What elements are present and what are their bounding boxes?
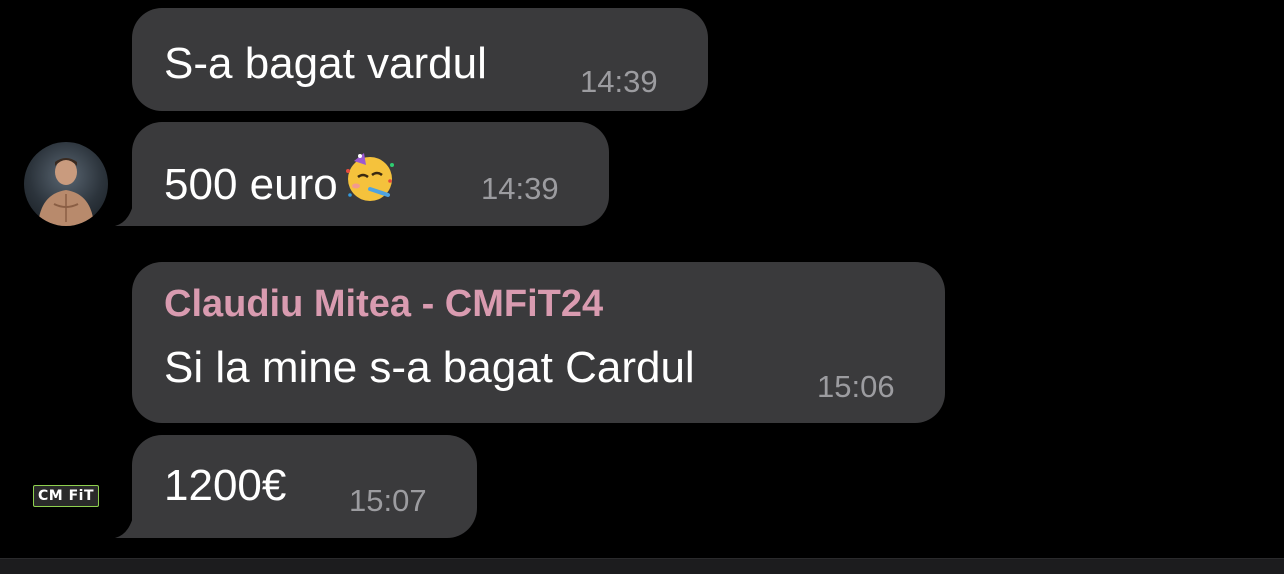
cmfit-logo: CM FiT bbox=[33, 485, 99, 507]
sender-avatar[interactable] bbox=[24, 142, 108, 226]
chat-view: S-a bagat vardul 14:39 500 euro 14:39 Cl… bbox=[0, 0, 1284, 574]
message-bubble[interactable]: S-a bagat vardul 14:39 bbox=[132, 8, 708, 111]
message-bubble[interactable]: 500 euro 14:39 bbox=[132, 122, 609, 226]
message-text-content: 500 euro bbox=[164, 160, 338, 209]
message-text: S-a bagat vardul bbox=[164, 39, 487, 88]
sender-avatar-logo[interactable]: CM FiT bbox=[24, 454, 108, 538]
sender-name[interactable]: Claudiu Mitea - CMFiT24 bbox=[164, 282, 603, 326]
message-time: 14:39 bbox=[580, 64, 658, 99]
message-text: Si la mine s-a bagat Cardul bbox=[164, 343, 695, 392]
message-text: 1200€ bbox=[164, 461, 287, 510]
message-time: 14:39 bbox=[481, 171, 559, 206]
message-bubble[interactable]: Claudiu Mitea - CMFiT24 Si la mine s-a b… bbox=[132, 262, 945, 423]
message-time: 15:06 bbox=[817, 369, 895, 404]
partying-face-icon bbox=[340, 147, 400, 218]
bubble-tail bbox=[115, 196, 143, 226]
logo-text: CM FiT bbox=[33, 485, 99, 507]
message-text: 500 euro bbox=[164, 147, 400, 218]
input-bar-edge bbox=[0, 558, 1284, 574]
message-time: 15:07 bbox=[349, 483, 427, 518]
bubble-tail bbox=[115, 508, 143, 538]
person-photo-icon bbox=[38, 158, 94, 226]
message-bubble[interactable]: 1200€ 15:07 bbox=[132, 435, 477, 538]
